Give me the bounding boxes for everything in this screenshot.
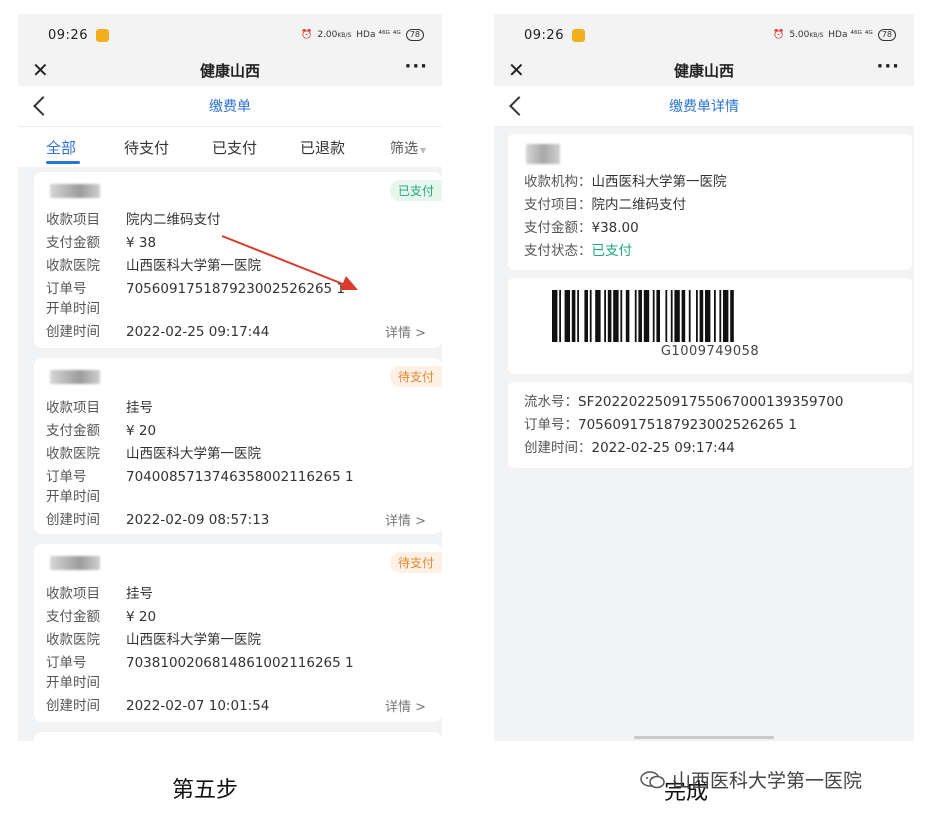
payment-info-card: 收款机构：山西医科大学第一医院 支付项目：院内二维码支付 支付金额：¥38.00… [508,134,912,270]
barcode-bar [643,290,650,342]
row-item: 支付项目：院内二维码支付 [524,197,686,213]
barcode-bar [670,290,673,342]
watermark: 山西医科大学第一医院 [640,766,862,793]
annotation-arrow [221,235,358,290]
barcode-bar [714,290,716,342]
barcode-bar [665,290,668,342]
phone-screenshot-left: 09:26 ⏰ 2.00KB/S HDa ⁴⁶ᴳ ⁴ᴳ 78 ✕ 健康山西 ··… [18,14,442,741]
transaction-meta-card: 流水号：SF20220225091755067000139359700 订单号：… [508,382,912,468]
app-title: 健康山西 [673,62,734,80]
barcode-bar [696,290,698,342]
barcode-bar [571,290,576,342]
barcode-bar [652,290,655,342]
barcode [552,290,872,346]
home-indicator [634,736,774,739]
blurred-patient-name [526,144,560,164]
barcode-bar [620,290,623,342]
row-created: 创建时间：2022-02-25 09:17:44 [524,440,735,456]
barcode-bar [719,290,722,342]
barcode-bar [559,290,561,342]
barcode-bar [584,290,588,342]
barcode-bar [613,290,619,342]
alarm-icon: ⏰ [773,30,785,40]
barcode-bar [730,290,734,342]
network-speed: 5.00KB/S [789,30,824,40]
barcode-bar [705,290,711,342]
app-title-bar: ✕ 健康山西 ··· [494,56,914,86]
barcode-image [552,290,734,342]
barcode-bar [552,290,558,342]
caption-step-five: 第五步 [172,778,239,803]
barcode-bar [634,290,637,342]
wechat-icon [640,770,665,788]
barcode-bar [638,290,642,342]
barcode-bar [604,290,606,342]
status-bar: 09:26 ⏰ 5.00KB/S HDa ⁴⁶ᴳ ⁴ᴳ 78 [494,14,914,56]
barcode-bar [589,290,592,342]
barcode-number: G1009749058 [660,344,760,359]
barcode-bar [607,290,612,342]
notification-icon [572,29,585,42]
phone-screenshot-right: 09:26 ⏰ 5.00KB/S HDa ⁴⁶ᴳ ⁴ᴳ 78 ✕ 健康山西 ··… [494,14,914,741]
barcode-bar [681,290,686,342]
status-time: 09:26 [524,28,564,43]
battery-icon: 78 [877,29,896,41]
row-amount: 支付金额：¥38.00 [524,220,639,236]
barcode-bar [577,290,579,342]
barcode-bar [674,290,680,342]
barcode-bar [595,290,601,342]
page-title: 缴费单详情 [669,99,739,115]
page-nav-bar: 缴费单详情 [494,86,914,127]
row-status: 支付状态：已支付 [524,243,632,259]
row-serial: 流水号：SF20220225091755067000139359700 [524,394,844,410]
barcode-bar [699,290,704,342]
row-order: 订单号：705609175187923002526265 1 [524,417,798,433]
barcode-bar [656,290,660,342]
barcode-card: G1009749058 [508,278,912,374]
barcode-bar [625,290,630,342]
status-icons: ⏰ 5.00KB/S HDa ⁴⁶ᴳ ⁴ᴳ 78 [773,29,896,41]
arrow-line [221,235,349,287]
watermark-text: 山西医科大学第一医院 [672,770,863,792]
barcode-bar [723,290,729,342]
more-icon[interactable]: ··· [876,56,900,77]
row-org: 收款机构：山西医科大学第一医院 [524,174,727,190]
barcode-bar [688,290,691,342]
network-indicators: HDa ⁴⁶ᴳ ⁴ᴳ [828,30,873,40]
barcode-bar [564,290,570,342]
